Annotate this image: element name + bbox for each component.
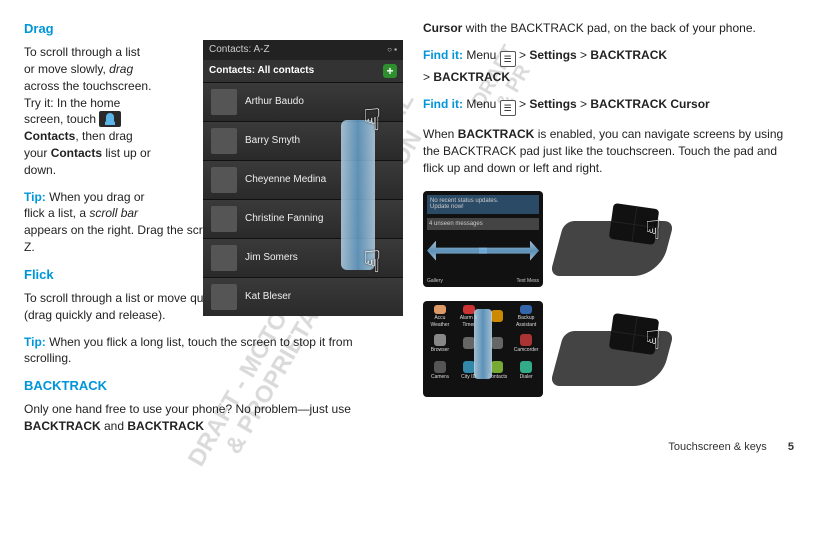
arrow-left-icon xyxy=(427,241,487,261)
contact-row[interactable]: Arthur Baudo xyxy=(203,82,403,121)
contact-name: Kat Bleser xyxy=(245,290,291,304)
text: > xyxy=(423,70,433,84)
tab-gallery: Gallery xyxy=(427,278,443,285)
text: When xyxy=(423,127,458,141)
avatar xyxy=(211,167,237,193)
drag-em: drag xyxy=(109,62,133,76)
text: Only one hand free to use your phone? No… xyxy=(24,402,351,416)
hand-icon: ☟ xyxy=(645,322,661,358)
backtrack-cursor-bold: BACKTRACK Cursor xyxy=(590,97,709,111)
text: Menu xyxy=(463,97,500,111)
findit-label: Find it: xyxy=(423,97,463,111)
hand-icon: ☟ xyxy=(645,212,661,248)
home-screen-mock: No recent status updates. Update now! 4 … xyxy=(423,191,543,287)
backtrack-bold: BACKTRACK xyxy=(458,127,535,141)
backtrack-bold: BACKTRACK xyxy=(433,70,510,84)
text: When you flick a long list, touch the sc… xyxy=(24,335,353,366)
text: Menu xyxy=(463,48,500,62)
cursor-bold: Cursor xyxy=(423,21,462,35)
settings-bold: Settings xyxy=(529,97,576,111)
app-icon: Camcorder xyxy=(513,332,539,356)
apps-grid-mock: Accu Weather Alarm & Timer Backup Assist… xyxy=(423,301,543,397)
app-icon: Backup Assistant xyxy=(513,305,539,329)
contact-name: Barry Smyth xyxy=(245,134,300,148)
contacts-header-2: Contacts: All contacts + xyxy=(203,60,403,82)
contact-row[interactable]: Jim Somers xyxy=(203,238,403,277)
contact-name: Cheyenne Medina xyxy=(245,173,326,187)
contact-name: Jim Somers xyxy=(245,251,298,265)
contacts-icon xyxy=(99,111,121,127)
add-contact-icon[interactable]: + xyxy=(383,64,397,78)
messages-bar: 4 unseen messages xyxy=(427,218,539,230)
contacts-subtitle: Contacts: All contacts xyxy=(209,64,314,78)
findit-label: Find it: xyxy=(423,48,463,62)
footer-section: Touchscreen & keys xyxy=(668,441,766,453)
page-number: 5 xyxy=(788,441,794,453)
contact-row[interactable]: Kat Bleser xyxy=(203,277,403,316)
backtrack-bold: BACKTRACK xyxy=(24,419,101,433)
backtrack-illustration-1: No recent status updates. Update now! 4 … xyxy=(423,191,794,287)
text: > xyxy=(516,97,530,111)
settings-bold: Settings xyxy=(529,48,576,62)
find-it-1b: > BACKTRACK xyxy=(423,69,794,86)
scrollbar-em: scroll bar xyxy=(89,206,138,220)
tip-label: Tip: xyxy=(24,190,46,204)
backtrack-paragraph: Only one hand free to use your phone? No… xyxy=(24,401,395,435)
text: and xyxy=(101,419,128,433)
avatar xyxy=(211,89,237,115)
text: To scroll through a list or move quickly… xyxy=(24,291,233,305)
flick-tip: Tip: When you flick a long list, touch t… xyxy=(24,334,395,368)
contacts-bold: Contacts xyxy=(51,146,102,160)
backtrack-illustration-2: Accu Weather Alarm & Timer Backup Assist… xyxy=(423,301,794,397)
find-it-1: Find it: Menu ☰ > Settings > BACKTRACK xyxy=(423,47,794,67)
arrow-right-icon xyxy=(479,241,539,261)
avatar xyxy=(211,128,237,154)
avatar xyxy=(211,284,237,310)
backtrack-bold: BACKTRACK xyxy=(590,48,667,62)
app-icon: Accu Weather xyxy=(427,305,453,329)
backtrack-bold: BACKTRACK xyxy=(127,419,204,433)
contact-row[interactable]: Christine Fanning xyxy=(203,199,403,238)
contact-row[interactable]: Cheyenne Medina xyxy=(203,160,403,199)
avatar xyxy=(211,245,237,271)
contacts-header-1: Contacts: A-Z ○ ▪ xyxy=(203,40,403,60)
vertical-scroll-gesture xyxy=(474,309,492,379)
text: > xyxy=(516,48,530,62)
avatar xyxy=(211,206,237,232)
drag-heading: Drag xyxy=(24,20,395,38)
text: across the touchscreen. Try it: In the h… xyxy=(24,79,151,127)
tab-text-mess: Text Mess xyxy=(516,278,539,285)
cursor-paragraph: Cursor with the BACKTRACK pad, on the ba… xyxy=(423,20,794,37)
contact-name: Arthur Baudo xyxy=(245,95,304,109)
app-icon: Camera xyxy=(427,359,453,383)
backtrack-heading: BACKTRACK xyxy=(24,377,395,395)
app-icon: Browser xyxy=(427,332,453,356)
status-icons: ○ ▪ xyxy=(387,44,397,55)
backtrack-pad-illustration: ☟ xyxy=(557,202,667,276)
status-update-block: No recent status updates. Update now! xyxy=(427,195,539,214)
contact-name: Christine Fanning xyxy=(245,212,323,226)
contacts-title: Contacts: A-Z xyxy=(209,43,270,57)
backtrack-enable-paragraph: When BACKTRACK is enabled, you can navig… xyxy=(423,126,794,176)
tip-label: Tip: xyxy=(24,335,46,349)
contacts-screenshot: Contacts: A-Z ○ ▪ Contacts: All contacts… xyxy=(203,40,403,316)
contacts-label: Contacts xyxy=(24,129,75,143)
drag-tip: Tip: When you drag or flick a list, a sc… xyxy=(24,189,154,223)
menu-icon: ☰ xyxy=(500,51,516,67)
backtrack-pad-illustration: ☟ xyxy=(557,312,667,386)
page-footer: Touchscreen & keys 5 xyxy=(668,440,794,455)
text: > xyxy=(577,97,591,111)
menu-icon: ☰ xyxy=(500,100,516,116)
contact-row[interactable]: Barry Smyth xyxy=(203,121,403,160)
drag-paragraph: To scroll through a list or move slowly,… xyxy=(24,44,154,178)
text: > xyxy=(577,48,591,62)
find-it-2: Find it: Menu ☰ > Settings > BACKTRACK C… xyxy=(423,96,794,116)
app-icon: Dialer xyxy=(513,359,539,383)
text: with the BACKTRACK pad, on the back of y… xyxy=(462,21,756,35)
